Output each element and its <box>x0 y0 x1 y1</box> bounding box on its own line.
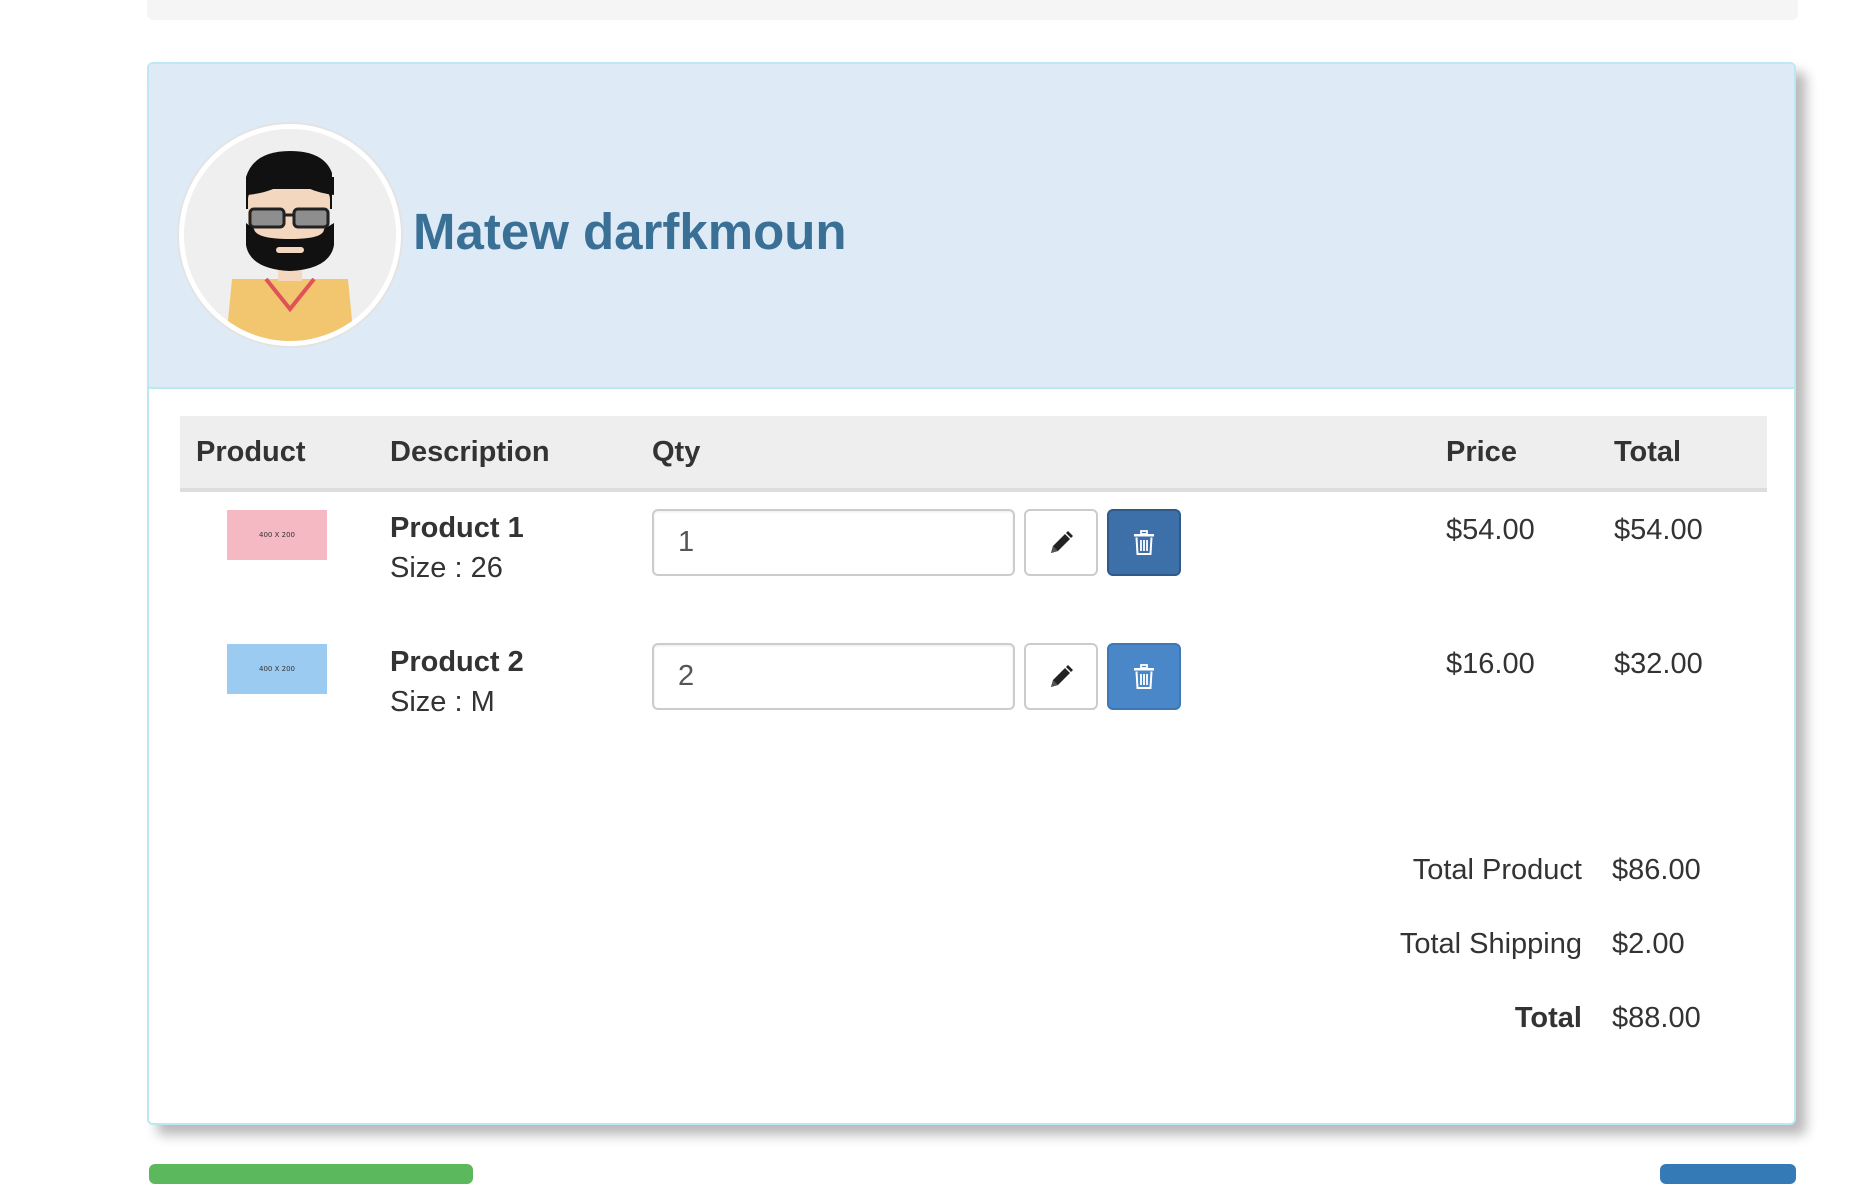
trash-icon <box>1134 663 1154 689</box>
customer-name: Matew darfkmoun <box>413 203 847 260</box>
header-total: Total <box>1614 436 1682 468</box>
avatar <box>179 124 401 346</box>
table-row: 400 X 200 Product 2 Size : M 2 $16.00 $3… <box>180 626 1767 760</box>
header-price: Price <box>1446 436 1517 468</box>
total-product-value: $86.00 <box>1612 854 1701 886</box>
total-label: Total <box>1514 1002 1582 1034</box>
summary-total-shipping: Total Shipping $2.00 <box>149 928 1794 968</box>
panel-heading: Matew darfkmoun <box>149 64 1794 389</box>
product-thumbnail: 400 X 200 <box>227 644 327 694</box>
delete-button[interactable] <box>1107 509 1181 576</box>
product-thumbnail: 400 X 200 <box>227 510 327 560</box>
cart-table: Product Description Qty Price Total 400 … <box>180 416 1767 760</box>
header-product: Product <box>196 436 306 468</box>
summary-total-product: Total Product $86.00 <box>149 854 1794 894</box>
product-size: Size : 26 <box>390 552 503 584</box>
delete-button[interactable] <box>1107 643 1181 710</box>
edit-button[interactable] <box>1024 643 1098 710</box>
item-price: $54.00 <box>1446 514 1535 546</box>
table-header: Product Description Qty Price Total <box>180 416 1767 492</box>
avatar-illustration <box>184 129 396 341</box>
header-qty: Qty <box>652 436 701 468</box>
pencil-icon <box>1051 530 1073 553</box>
product-name: Product 2 <box>390 646 524 678</box>
bottom-right-button[interactable] <box>1660 1164 1796 1184</box>
product-size: Size : M <box>390 686 495 718</box>
edit-button[interactable] <box>1024 509 1098 576</box>
qty-input[interactable] <box>652 509 1015 576</box>
total-shipping-value: $2.00 <box>1612 928 1685 960</box>
table-row: 400 X 200 Product 1 Size : 26 1 $54.00 $… <box>180 492 1767 626</box>
total-value: $88.00 <box>1612 1002 1701 1034</box>
item-price: $16.00 <box>1446 648 1535 680</box>
total-product-label: Total Product <box>1412 854 1582 886</box>
total-shipping-label: Total Shipping <box>1399 928 1582 960</box>
trash-icon <box>1134 529 1154 555</box>
item-total: $32.00 <box>1614 648 1703 680</box>
header-description: Description <box>390 436 550 468</box>
cart-panel: Matew darfkmoun Product Description Qty … <box>147 62 1796 1125</box>
top-well <box>147 0 1798 20</box>
pencil-icon <box>1051 664 1073 687</box>
summary-total: Total $88.00 <box>149 1002 1794 1042</box>
qty-input[interactable] <box>652 643 1015 710</box>
bottom-left-button[interactable] <box>149 1164 473 1184</box>
item-total: $54.00 <box>1614 514 1703 546</box>
product-name: Product 1 <box>390 512 524 544</box>
